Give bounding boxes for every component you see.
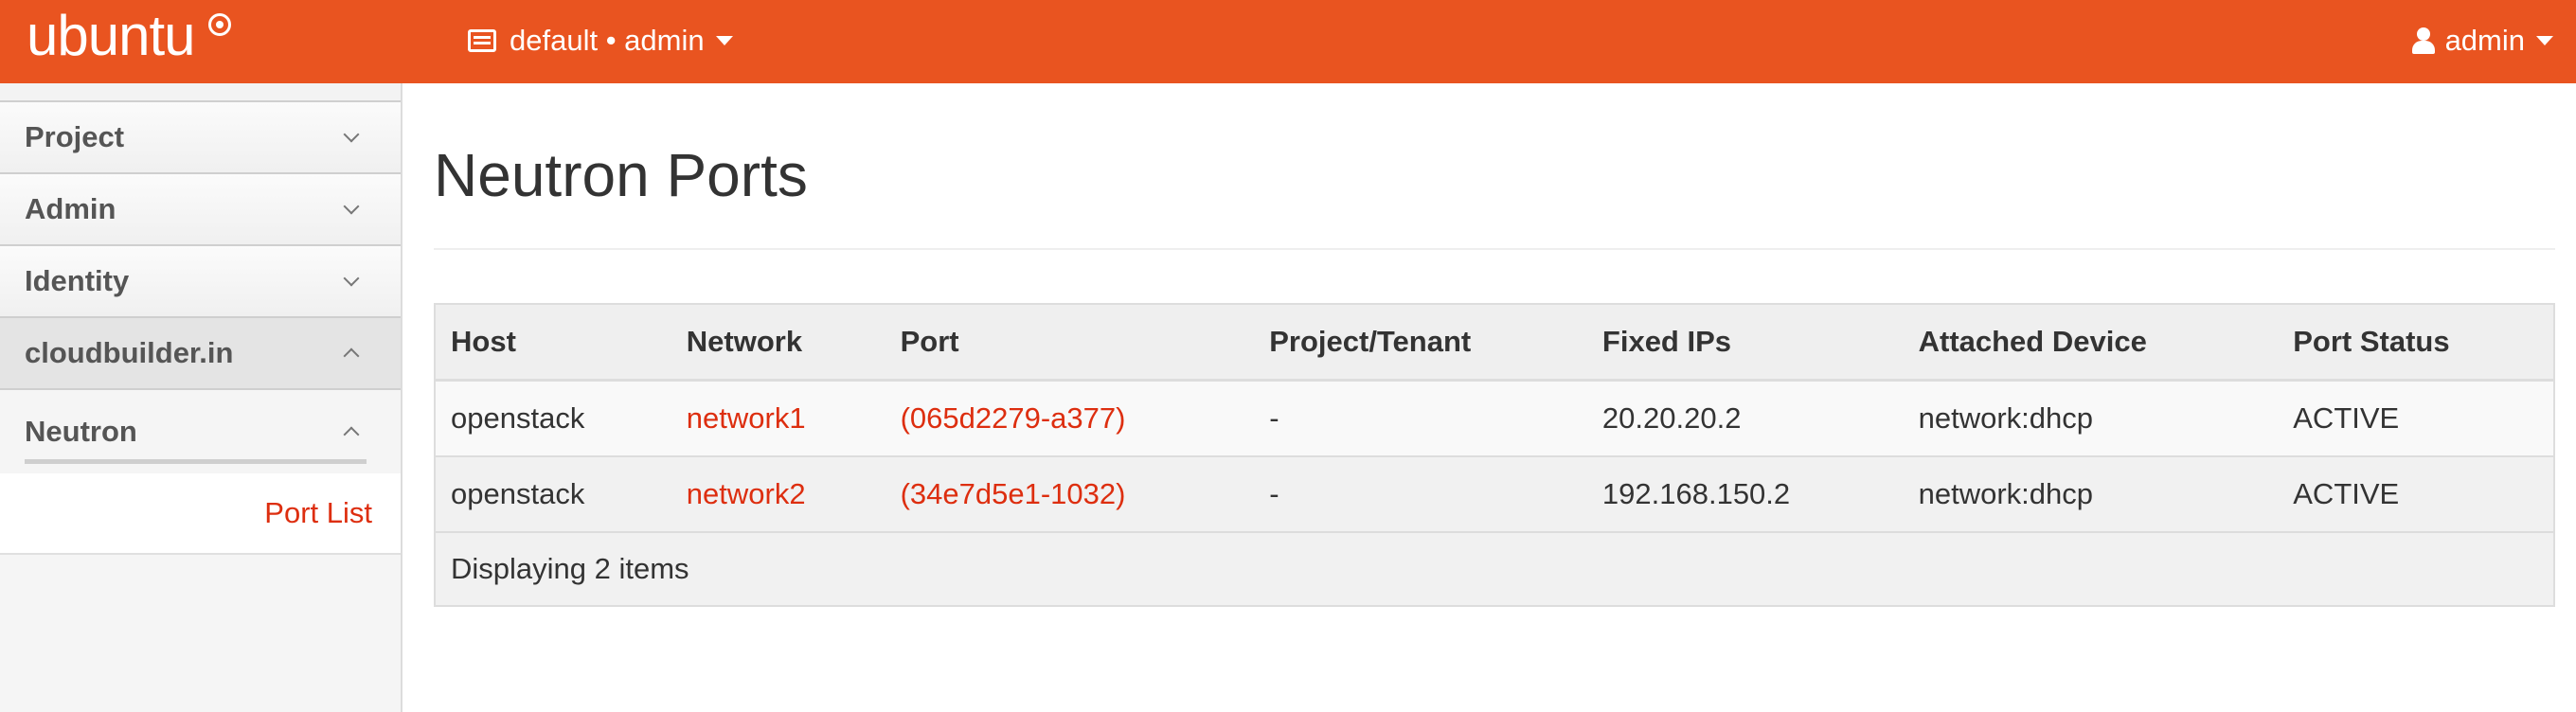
cell-port-status: ACTIVE bbox=[2293, 477, 2400, 510]
sidebar-item-identity[interactable]: Identity bbox=[0, 246, 401, 318]
network-link[interactable]: network1 bbox=[671, 401, 886, 436]
table-footer: Displaying 2 items bbox=[436, 533, 2553, 605]
chevron-down-icon bbox=[343, 198, 360, 215]
cell-fixed-ips: 20.20.20.2 bbox=[1601, 401, 1742, 435]
sidebar: Project Admin Identity cloudbuilder.in N… bbox=[0, 83, 402, 712]
cell-tenant: - bbox=[1269, 401, 1279, 435]
sidebar-item-admin[interactable]: Admin bbox=[0, 174, 401, 246]
user-name: admin bbox=[2444, 24, 2525, 57]
page-title: Neutron Ports bbox=[434, 141, 808, 209]
cell-port-status: ACTIVE bbox=[2293, 401, 2400, 435]
sidebar-item-label: cloudbuilder.in bbox=[25, 336, 234, 369]
project-context-dropdown[interactable]: default • admin bbox=[468, 21, 733, 61]
table-row: openstack network2 (34e7d5e1-1032) - 192… bbox=[436, 457, 2553, 533]
window-icon bbox=[468, 29, 496, 52]
port-link[interactable]: (34e7d5e1-1032) bbox=[886, 477, 1255, 511]
item-count: Displaying 2 items bbox=[451, 552, 689, 585]
cell-tenant: - bbox=[1269, 477, 1279, 510]
sidebar-item-label: Identity bbox=[25, 264, 130, 297]
port-link[interactable]: (065d2279-a377) bbox=[886, 401, 1255, 436]
cell-fixed-ips: 192.168.150.2 bbox=[1601, 477, 1791, 510]
caret-down-icon bbox=[2536, 36, 2553, 45]
title-divider bbox=[434, 248, 2555, 250]
sidebar-link-port-list[interactable]: Port List bbox=[0, 473, 401, 555]
column-header-port-status[interactable]: Port Status bbox=[2278, 325, 2553, 359]
sidebar-link-label: Port List bbox=[264, 496, 372, 529]
brand-logo[interactable]: ubuntu bbox=[27, 0, 196, 76]
sidebar-item-project[interactable]: Project bbox=[0, 102, 401, 174]
brand-text: ubuntu bbox=[27, 4, 196, 67]
column-header-host[interactable]: Host bbox=[436, 325, 671, 359]
cell-attached-device: network:dhcp bbox=[1918, 401, 2093, 435]
column-header-network[interactable]: Network bbox=[671, 325, 886, 359]
sidebar-subitem-neutron[interactable]: Neutron bbox=[0, 390, 401, 473]
user-icon bbox=[2411, 27, 2436, 54]
ubuntu-circle-icon bbox=[208, 13, 231, 36]
column-header-fixed-ips[interactable]: Fixed IPs bbox=[1587, 325, 1904, 359]
sidebar-item-label: Project bbox=[25, 120, 125, 153]
caret-down-icon bbox=[715, 36, 733, 45]
chevron-down-icon bbox=[343, 126, 360, 143]
column-header-attached-device[interactable]: Attached Device bbox=[1904, 325, 2279, 359]
cell-attached-device: network:dhcp bbox=[1918, 477, 2093, 510]
network-link[interactable]: network2 bbox=[671, 477, 886, 511]
sidebar-top-gap bbox=[0, 83, 401, 102]
table-row: openstack network1 (065d2279-a377) - 20.… bbox=[436, 382, 2553, 457]
sidebar-subitem-label: Neutron bbox=[25, 415, 137, 448]
chevron-up-icon bbox=[343, 347, 360, 365]
chevron-up-icon bbox=[343, 426, 360, 443]
context-label: default • admin bbox=[510, 24, 705, 57]
column-header-tenant[interactable]: Project/Tenant bbox=[1254, 325, 1587, 359]
cell-host: openstack bbox=[451, 477, 585, 510]
cell-host: openstack bbox=[451, 401, 585, 435]
ports-table: Host Network Port Project/Tenant Fixed I… bbox=[434, 303, 2555, 607]
sidebar-item-label: Admin bbox=[25, 192, 116, 225]
table-header: Host Network Port Project/Tenant Fixed I… bbox=[436, 305, 2553, 382]
column-header-port[interactable]: Port bbox=[886, 325, 1255, 359]
chevron-down-icon bbox=[343, 270, 360, 287]
sidebar-item-cloudbuilder[interactable]: cloudbuilder.in bbox=[0, 318, 401, 390]
top-navbar: ubuntu default • admin admin bbox=[0, 0, 2576, 83]
user-menu-dropdown[interactable]: admin bbox=[2411, 21, 2553, 61]
